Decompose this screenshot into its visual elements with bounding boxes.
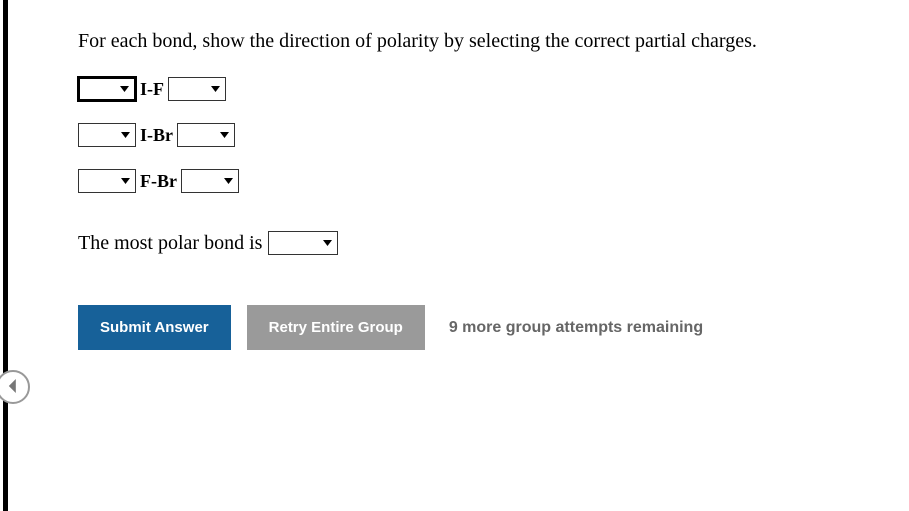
bond-label: I-F [140,79,164,100]
bond-row: F-Br [78,169,889,193]
bond-label: I-Br [140,125,173,146]
chevron-left-icon [6,377,20,398]
bond-label: F-Br [140,171,177,192]
collapse-tab[interactable] [0,370,30,404]
most-polar-select[interactable] [268,231,338,255]
submit-answer-button[interactable]: Submit Answer [78,305,231,350]
retry-group-button[interactable]: Retry Entire Group [247,305,425,350]
most-polar-label: The most polar bond is [78,232,262,255]
left-border [0,0,8,511]
button-row: Submit Answer Retry Entire Group 9 more … [78,305,889,350]
bond-row: I-Br [78,123,889,147]
bond-3-left-charge-select[interactable] [78,169,136,193]
bond-2-left-charge-select[interactable] [78,123,136,147]
question-content: For each bond, show the direction of pol… [78,30,889,350]
most-polar-row: The most polar bond is [78,231,889,255]
bond-1-right-charge-select[interactable] [168,77,226,101]
bond-1-left-charge-select[interactable] [78,77,136,101]
bond-3-right-charge-select[interactable] [181,169,239,193]
attempts-remaining-text: 9 more group attempts remaining [449,319,703,337]
question-text: For each bond, show the direction of pol… [78,30,889,53]
bond-row: I-F [78,77,889,101]
bond-2-right-charge-select[interactable] [177,123,235,147]
